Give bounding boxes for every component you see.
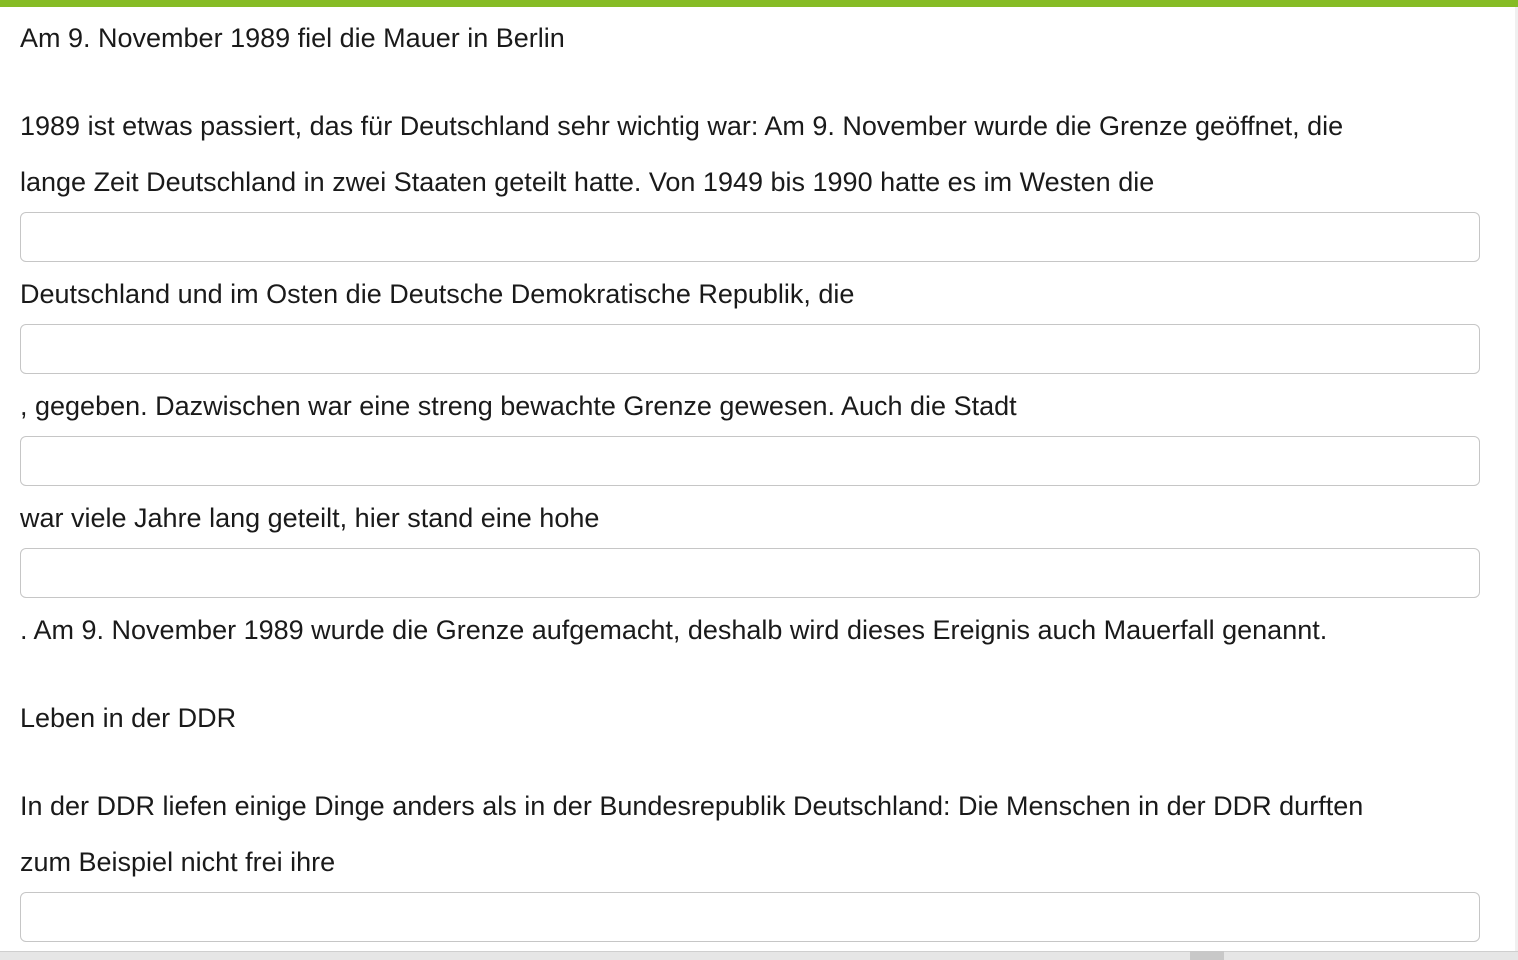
scrollbar-thumb[interactable]	[1190, 951, 1224, 960]
exercise-title: Am 9. November 1989 fiel die Mauer in Be…	[20, 23, 565, 53]
gap-input-3[interactable]	[20, 436, 1480, 486]
paragraph-text: . Am 9. November 1989 wurde die Grenze a…	[20, 615, 1328, 645]
gap-input-2[interactable]	[20, 324, 1480, 374]
paragraph-text: , gegeben. Dazwischen war eine streng be…	[20, 391, 1017, 421]
paragraph-text: zum Beispiel nicht frei ihre	[20, 847, 336, 877]
paragraph-text: In der DDR liefen einige Dinge anders al…	[20, 791, 1364, 821]
paragraph-text: Deutschland und im Osten die Deutsche De…	[20, 279, 855, 309]
top-accent-bar	[0, 0, 1518, 7]
horizontal-scrollbar[interactable]	[0, 951, 1518, 960]
gap-input-4[interactable]	[20, 548, 1480, 598]
paragraph-text: war viele Jahre lang geteilt, hier stand…	[20, 503, 600, 533]
gap-input-1[interactable]	[20, 212, 1480, 262]
paragraph-text: lange Zeit Deutschland in zwei Staaten g…	[20, 167, 1155, 197]
gap-input-5[interactable]	[20, 892, 1480, 942]
paragraph-text: 1989 ist etwas passiert, das für Deutsch…	[20, 111, 1344, 141]
section-heading: Leben in der DDR	[20, 703, 237, 733]
